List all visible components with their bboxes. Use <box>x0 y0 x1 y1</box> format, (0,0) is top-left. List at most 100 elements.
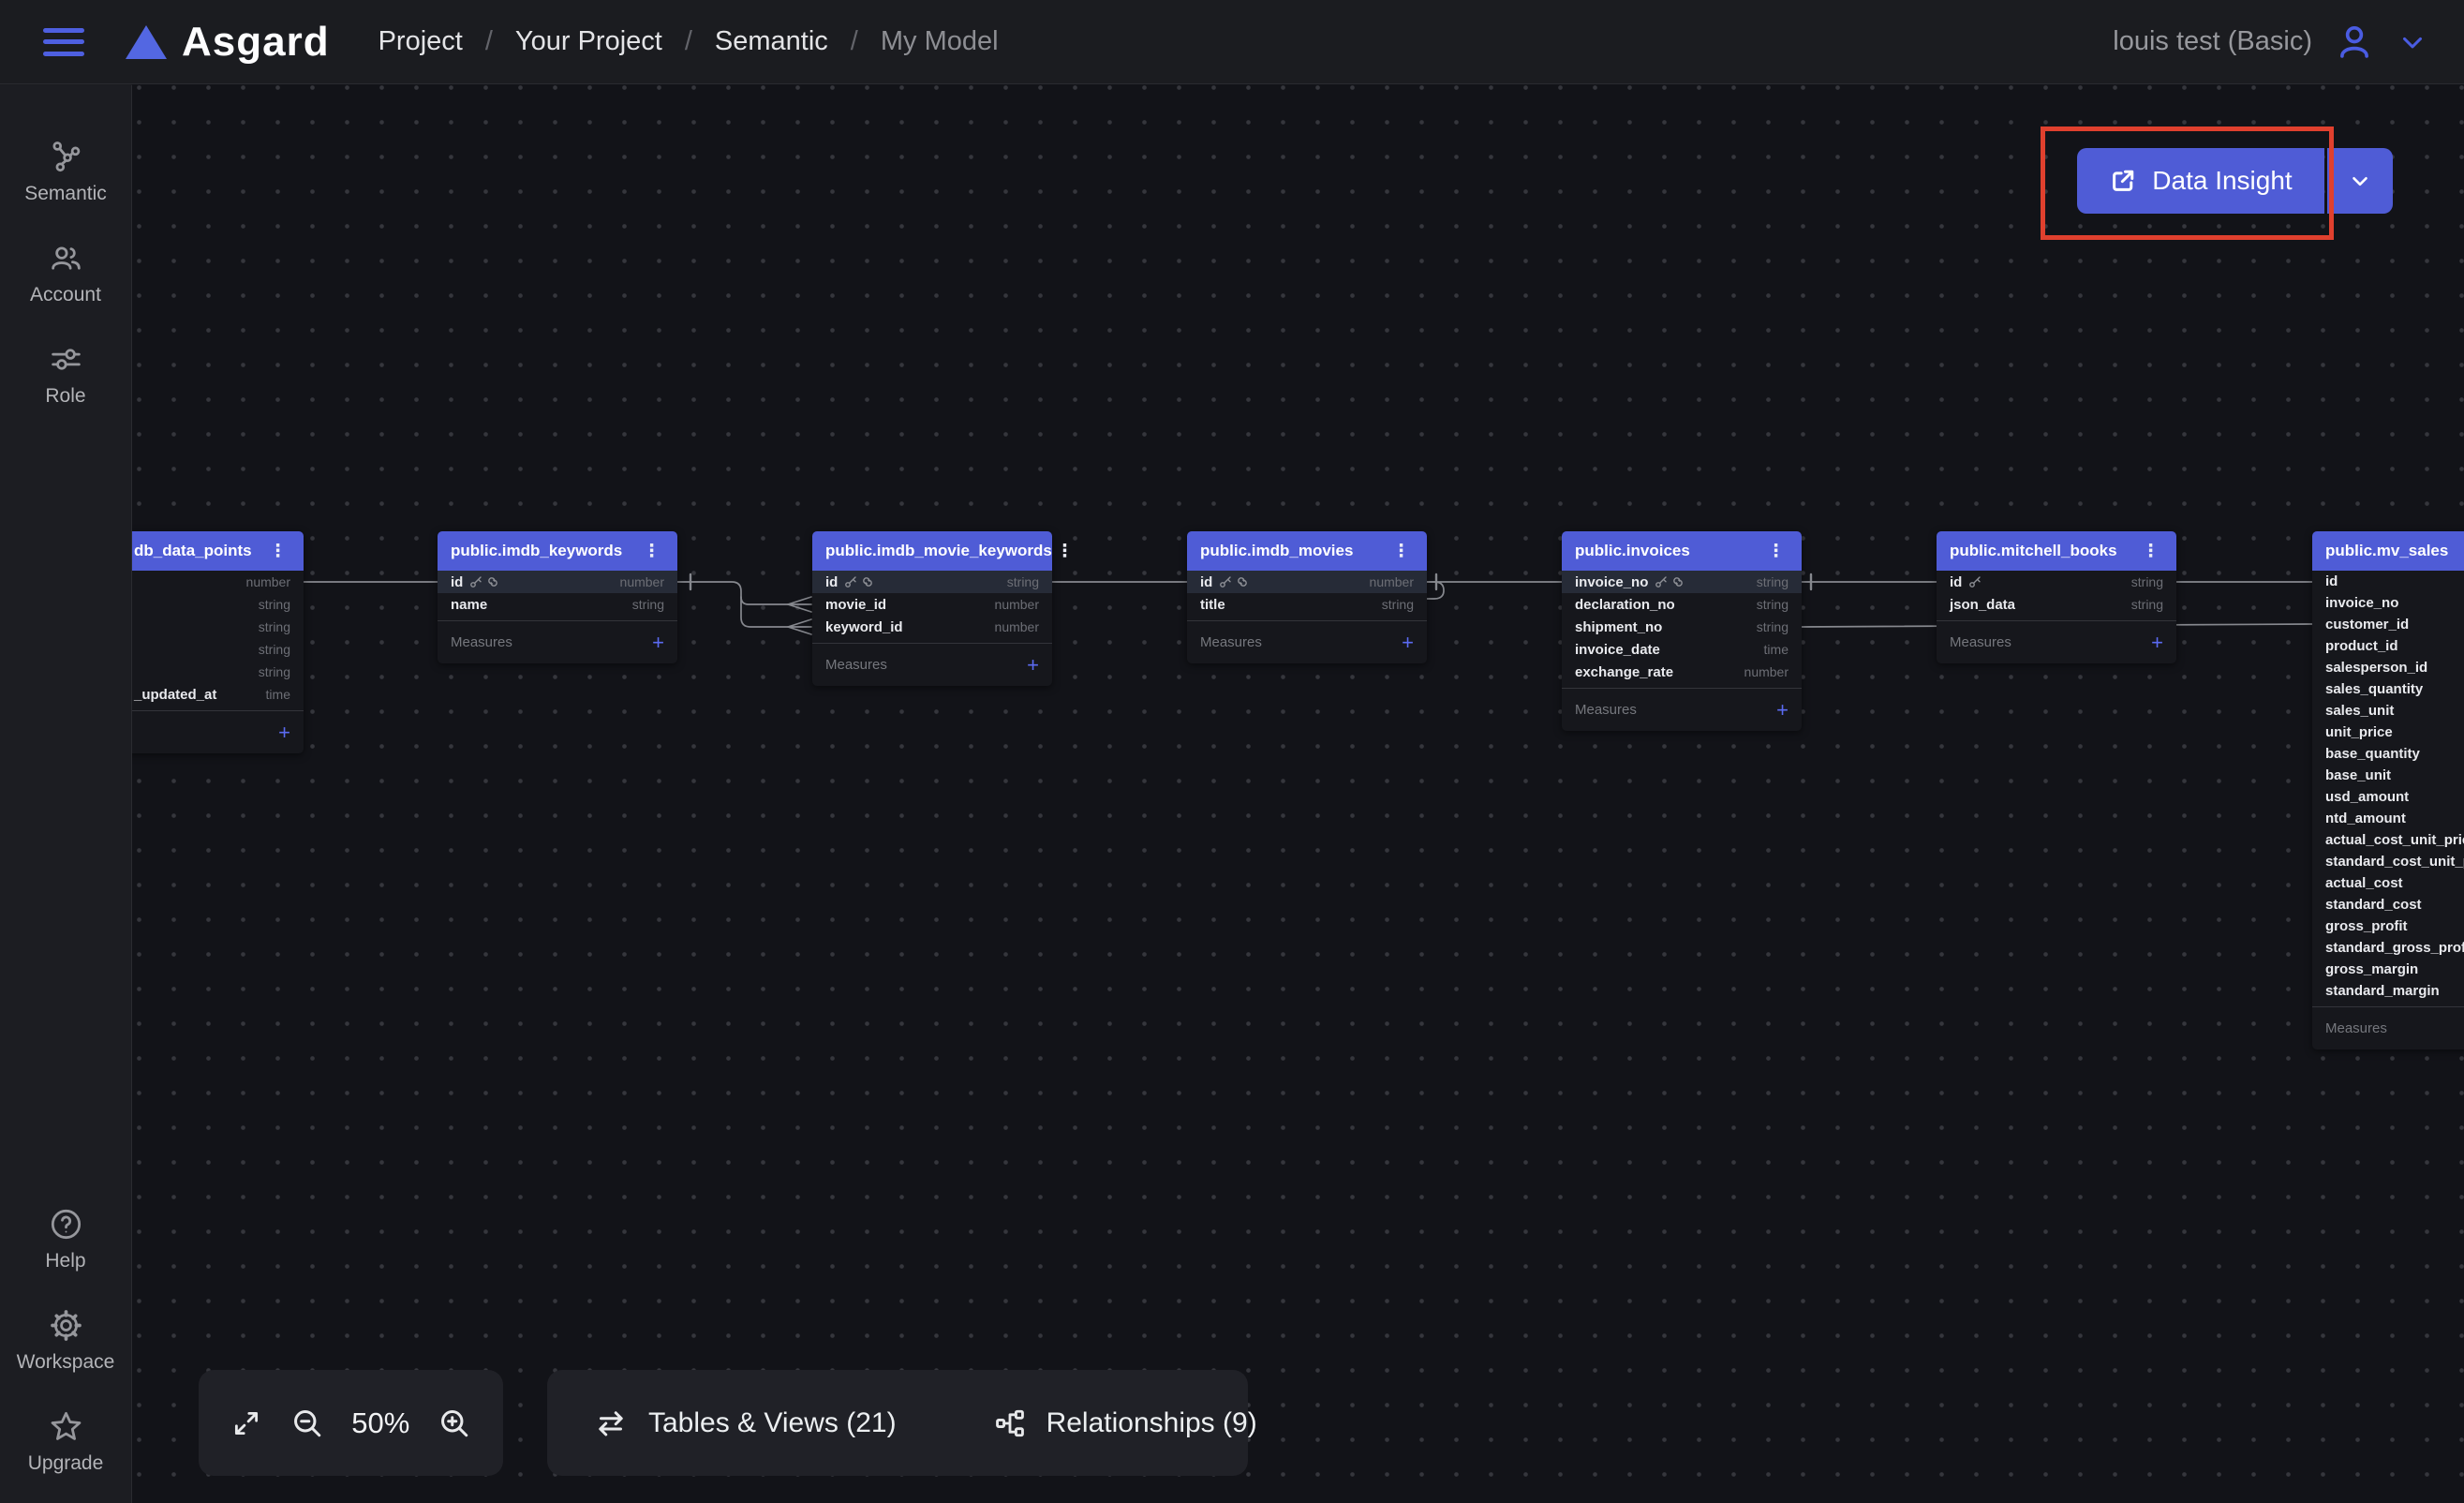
field-row[interactable]: product_id <box>2312 635 2464 657</box>
table-node-header[interactable]: db_data_points⋮ <box>132 531 304 571</box>
zoom-out-button[interactable] <box>290 1406 324 1440</box>
sidebar-item-workspace[interactable]: Workspace <box>0 1308 131 1374</box>
asgard-logo: Asgard <box>126 19 330 66</box>
add-measure-button[interactable]: + <box>1776 698 1789 722</box>
add-measure-button[interactable]: + <box>1402 631 1414 655</box>
field-row[interactable]: json_datastring <box>1937 593 2176 616</box>
add-measure-button[interactable]: + <box>1027 653 1039 677</box>
field-row[interactable]: standard_margin <box>2312 980 2464 1002</box>
field-row[interactable]: id <box>2312 571 2464 592</box>
kebab-menu-icon[interactable]: ⋮ <box>265 541 290 562</box>
kebab-menu-icon[interactable]: ⋮ <box>639 541 664 562</box>
sidebar-item-role[interactable]: Role <box>0 342 131 408</box>
field-row[interactable]: unit_price <box>2312 722 2464 743</box>
field-row[interactable]: standard_cost <box>2312 894 2464 915</box>
field-row[interactable]: customer_id <box>2312 614 2464 635</box>
breadcrumb-your-project[interactable]: Your Project <box>515 26 662 57</box>
field-name: base_unit <box>2325 767 2391 783</box>
field-row[interactable]: string <box>132 616 304 638</box>
field-row[interactable]: actual_cost <box>2312 872 2464 894</box>
field-row[interactable]: base_unit <box>2312 765 2464 786</box>
kebab-menu-icon[interactable]: ⋮ <box>1763 541 1789 562</box>
field-row[interactable]: ntd_amount <box>2312 808 2464 829</box>
field-row[interactable]: declaration_nostring <box>1562 593 1802 616</box>
field-name: id <box>1200 574 1212 590</box>
logo-triangle-icon <box>126 25 167 59</box>
sidebar-item-semantic[interactable]: Semantic <box>0 140 131 205</box>
sidebar-item-account[interactable]: Account <box>0 241 131 306</box>
field-row[interactable]: idnumber <box>438 571 677 593</box>
field-row[interactable]: string <box>132 593 304 616</box>
tables-views-icon <box>594 1406 628 1440</box>
fit-view-button[interactable] <box>230 1407 262 1439</box>
table-node[interactable]: public.imdb_movie_keywords⋮idstringmovie… <box>812 531 1052 686</box>
field-row[interactable]: invoice_no <box>2312 592 2464 614</box>
kebab-menu-icon[interactable]: ⋮ <box>2138 541 2163 562</box>
field-row[interactable]: gross_margin <box>2312 959 2464 980</box>
field-row[interactable]: namestring <box>438 593 677 616</box>
external-link-icon <box>2109 167 2137 195</box>
table-node-header[interactable]: public.mitchell_books⋮ <box>1937 531 2176 571</box>
table-node[interactable]: public.imdb_keywords⋮idnumbernamestringM… <box>438 531 677 663</box>
table-node-header[interactable]: public.mv_sales⋮ <box>2312 531 2464 571</box>
table-node[interactable]: public.invoices⋮invoice_nostringdeclarat… <box>1562 531 1802 731</box>
user-avatar-icon[interactable] <box>2335 22 2374 62</box>
field-row[interactable]: actual_cost_unit_price <box>2312 829 2464 851</box>
field-row[interactable]: usd_amount <box>2312 786 2464 808</box>
sidebar-item-upgrade[interactable]: Upgrade <box>0 1409 131 1475</box>
kebab-menu-icon[interactable]: ⋮ <box>1388 541 1414 562</box>
field-row[interactable]: _updated_attime <box>132 683 304 706</box>
sidebar-item-help[interactable]: Help <box>0 1207 131 1272</box>
data-insight-dropdown-button[interactable] <box>2327 148 2393 214</box>
table-node[interactable]: public.imdb_movies⋮idnumbertitlestringMe… <box>1187 531 1427 663</box>
field-row[interactable]: invoice_datetime <box>1562 638 1802 661</box>
field-row[interactable]: gross_profit <box>2312 915 2464 937</box>
field-row[interactable]: idnumber <box>1187 571 1427 593</box>
tables-views-button[interactable]: Tables & Views (21) <box>594 1406 897 1440</box>
field-row[interactable]: string <box>132 661 304 683</box>
relationships-button[interactable]: Relationships (9) <box>994 1407 1257 1439</box>
user-menu-chevron-icon[interactable] <box>2397 26 2428 58</box>
table-node-header[interactable]: public.imdb_movies⋮ <box>1187 531 1427 571</box>
table-node[interactable]: public.mitchell_books⋮idstringjson_datas… <box>1937 531 2176 663</box>
field-type: string <box>259 642 290 657</box>
add-measure-button[interactable]: + <box>2151 631 2163 655</box>
user-plan-label: louis test (Basic) <box>2113 26 2312 57</box>
field-row[interactable]: standard_cost_unit_price <box>2312 851 2464 872</box>
diagram-canvas[interactable]: db_data_points⋮numberstringstringstrings… <box>132 84 2464 1503</box>
field-row[interactable]: string <box>132 638 304 661</box>
zoom-in-button[interactable] <box>438 1406 471 1440</box>
field-row[interactable]: sales_quantity <box>2312 678 2464 700</box>
breadcrumb-separator: / <box>485 26 493 57</box>
table-node[interactable]: public.mv_sales⋮idinvoice_nocustomer_idp… <box>2312 531 2464 1049</box>
hamburger-menu-icon[interactable] <box>43 28 84 56</box>
field-row[interactable]: invoice_nostring <box>1562 571 1802 593</box>
field-row[interactable]: keyword_idnumber <box>812 616 1052 638</box>
field-row[interactable]: base_quantity <box>2312 743 2464 765</box>
field-row[interactable]: salesperson_id <box>2312 657 2464 678</box>
add-measure-button[interactable]: + <box>652 631 664 655</box>
field-row[interactable]: titlestring <box>1187 593 1427 616</box>
table-title: public.imdb_movie_keywords <box>825 542 1052 560</box>
data-insight-button[interactable]: Data Insight <box>2077 148 2324 214</box>
field-name: sales_quantity <box>2325 681 2423 697</box>
relationship-link-icon <box>486 575 499 588</box>
field-row[interactable]: shipment_nostring <box>1562 616 1802 638</box>
table-node-header[interactable]: public.imdb_movie_keywords⋮ <box>812 531 1052 571</box>
table-node-header[interactable]: public.imdb_keywords⋮ <box>438 531 677 571</box>
breadcrumb: Project / Your Project / Semantic / My M… <box>379 26 999 57</box>
add-measure-button[interactable]: + <box>278 721 290 745</box>
field-row[interactable]: standard_gross_profit <box>2312 937 2464 959</box>
field-row[interactable]: movie_idnumber <box>812 593 1052 616</box>
field-row[interactable]: exchange_ratenumber <box>1562 661 1802 683</box>
table-node-header[interactable]: public.invoices⋮ <box>1562 531 1802 571</box>
kebab-menu-icon[interactable]: ⋮ <box>1052 541 1077 562</box>
field-name: keyword_id <box>825 619 903 635</box>
field-row[interactable]: sales_unit <box>2312 700 2464 722</box>
field-row[interactable]: idstring <box>812 571 1052 593</box>
field-row[interactable]: number <box>132 571 304 593</box>
field-row[interactable]: idstring <box>1937 571 2176 593</box>
table-node[interactable]: db_data_points⋮numberstringstringstrings… <box>132 531 304 753</box>
breadcrumb-semantic[interactable]: Semantic <box>715 26 828 57</box>
breadcrumb-project[interactable]: Project <box>379 26 463 57</box>
